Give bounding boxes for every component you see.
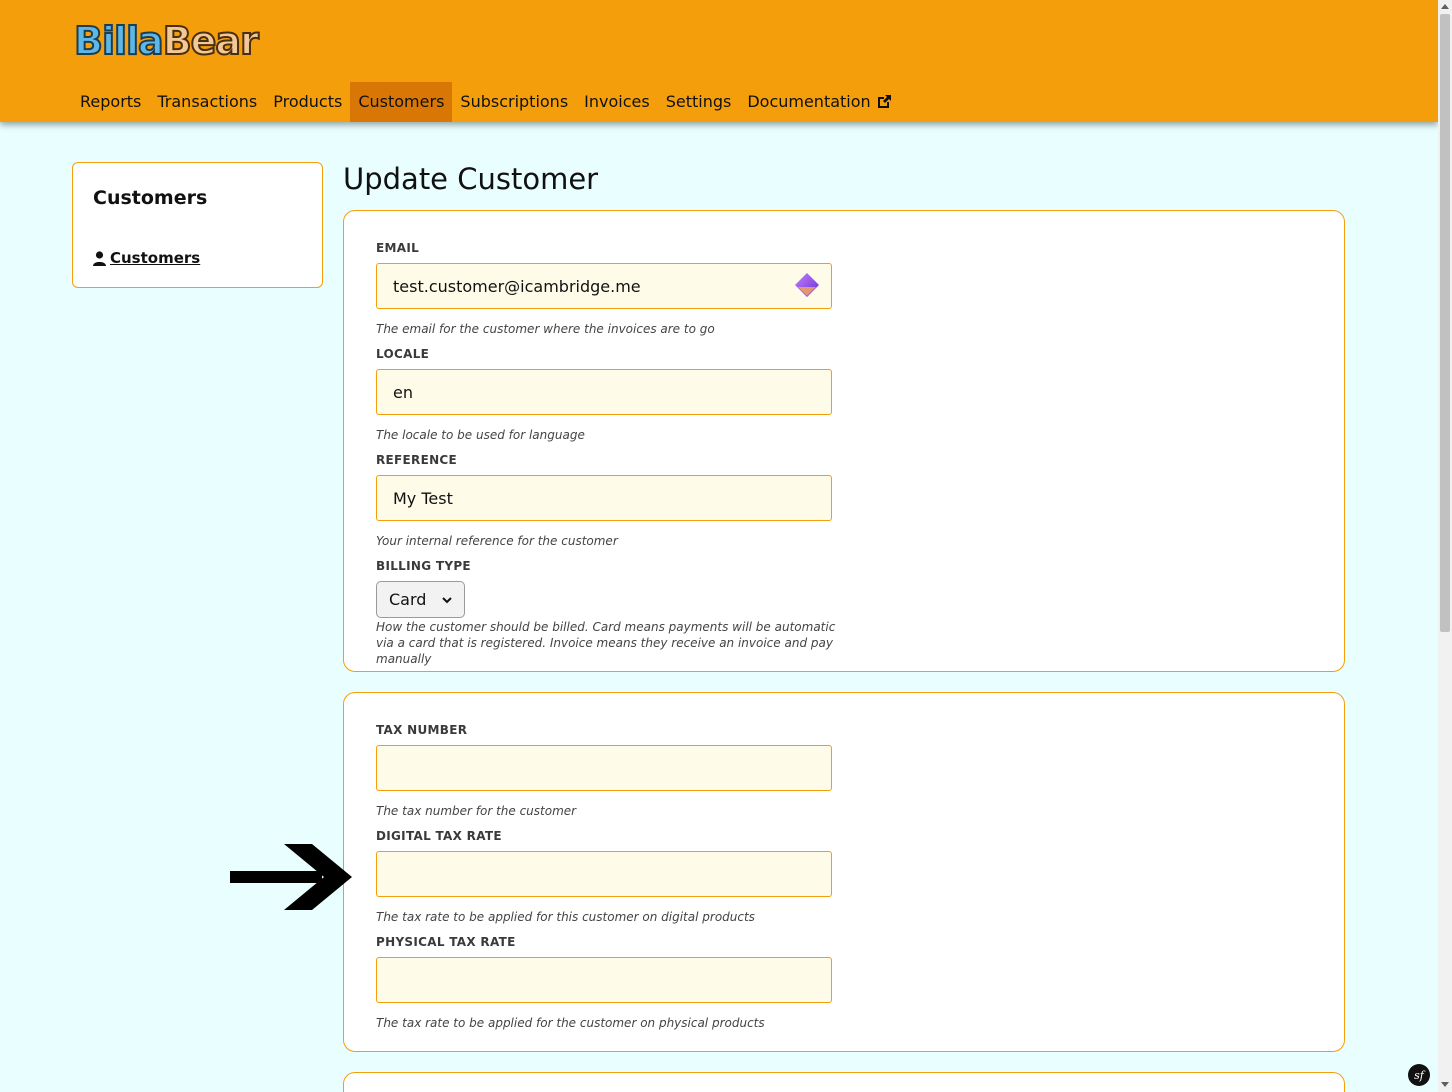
next-section-card bbox=[343, 1072, 1345, 1092]
password-manager-icon[interactable] bbox=[794, 272, 820, 298]
sidebar-title: Customers bbox=[93, 187, 208, 209]
tax-number-field[interactable] bbox=[376, 745, 832, 791]
physical-tax-rate-help: The tax rate to be applied for the custo… bbox=[376, 1016, 765, 1030]
billing-type-value: Card bbox=[389, 590, 427, 609]
locale-label: LOCALE bbox=[376, 347, 430, 361]
nav-subscriptions[interactable]: Subscriptions bbox=[452, 82, 576, 122]
symfony-toolbar-icon[interactable]: sf bbox=[1408, 1064, 1430, 1086]
billing-type-help: How the customer should be billed. Card … bbox=[376, 620, 836, 666]
locale-help: The locale to be used for language bbox=[376, 428, 585, 442]
nav-transactions[interactable]: Transactions bbox=[149, 82, 265, 122]
chevron-down-icon bbox=[442, 596, 452, 603]
billing-type-select[interactable]: Card bbox=[376, 581, 465, 618]
external-link-icon bbox=[877, 95, 891, 108]
digital-tax-rate-help: The tax rate to be applied for this cust… bbox=[376, 910, 755, 924]
physical-tax-rate-field[interactable] bbox=[376, 957, 832, 1003]
main-nav: Reports Transactions Products Customers … bbox=[72, 82, 900, 122]
tax-number-help: The tax number for the customer bbox=[376, 804, 577, 818]
sidebar: Customers Customers bbox=[72, 162, 323, 288]
nav-customers[interactable]: Customers bbox=[350, 82, 453, 122]
email-field[interactable] bbox=[376, 263, 832, 309]
sidebar-item-customers[interactable]: Customers bbox=[93, 249, 200, 267]
nav-products[interactable]: Products bbox=[265, 82, 350, 122]
reference-field[interactable] bbox=[376, 475, 832, 521]
customer-details-card: EMAIL The email for the customer where t… bbox=[343, 210, 1345, 672]
physical-tax-rate-label: PHYSICAL TAX RATE bbox=[376, 935, 516, 949]
email-label: EMAIL bbox=[376, 241, 420, 255]
digital-tax-rate-field[interactable] bbox=[376, 851, 832, 897]
nav-invoices[interactable]: Invoices bbox=[576, 82, 658, 122]
reference-help: Your internal reference for the customer bbox=[376, 534, 618, 548]
scroll-up-icon[interactable] bbox=[1441, 4, 1449, 9]
nav-reports[interactable]: Reports bbox=[72, 82, 149, 122]
digital-tax-rate-label: DIGITAL TAX RATE bbox=[376, 829, 502, 843]
email-help: The email for the customer where the inv… bbox=[376, 322, 715, 336]
nav-settings[interactable]: Settings bbox=[658, 82, 740, 122]
locale-field[interactable] bbox=[376, 369, 832, 415]
tax-number-label: TAX NUMBER bbox=[376, 723, 468, 737]
page-title: Update Customer bbox=[343, 162, 599, 196]
nav-documentation[interactable]: Documentation bbox=[739, 82, 899, 122]
billing-type-label: BILLING TYPE bbox=[376, 559, 471, 573]
page-scrollbar[interactable] bbox=[1438, 0, 1452, 1092]
billabear-logo[interactable]: BillaBear bbox=[73, 18, 260, 64]
reference-label: REFERENCE bbox=[376, 453, 458, 467]
user-icon bbox=[93, 250, 106, 266]
top-header: BillaBear Reports Transactions Products … bbox=[0, 0, 1438, 122]
sidebar-item-label: Customers bbox=[110, 249, 201, 267]
arrow-right-icon bbox=[230, 844, 352, 910]
scroll-thumb[interactable] bbox=[1440, 14, 1450, 632]
tax-details-card: TAX NUMBER The tax number for the custom… bbox=[343, 692, 1345, 1052]
scroll-down-icon[interactable] bbox=[1441, 1082, 1449, 1087]
